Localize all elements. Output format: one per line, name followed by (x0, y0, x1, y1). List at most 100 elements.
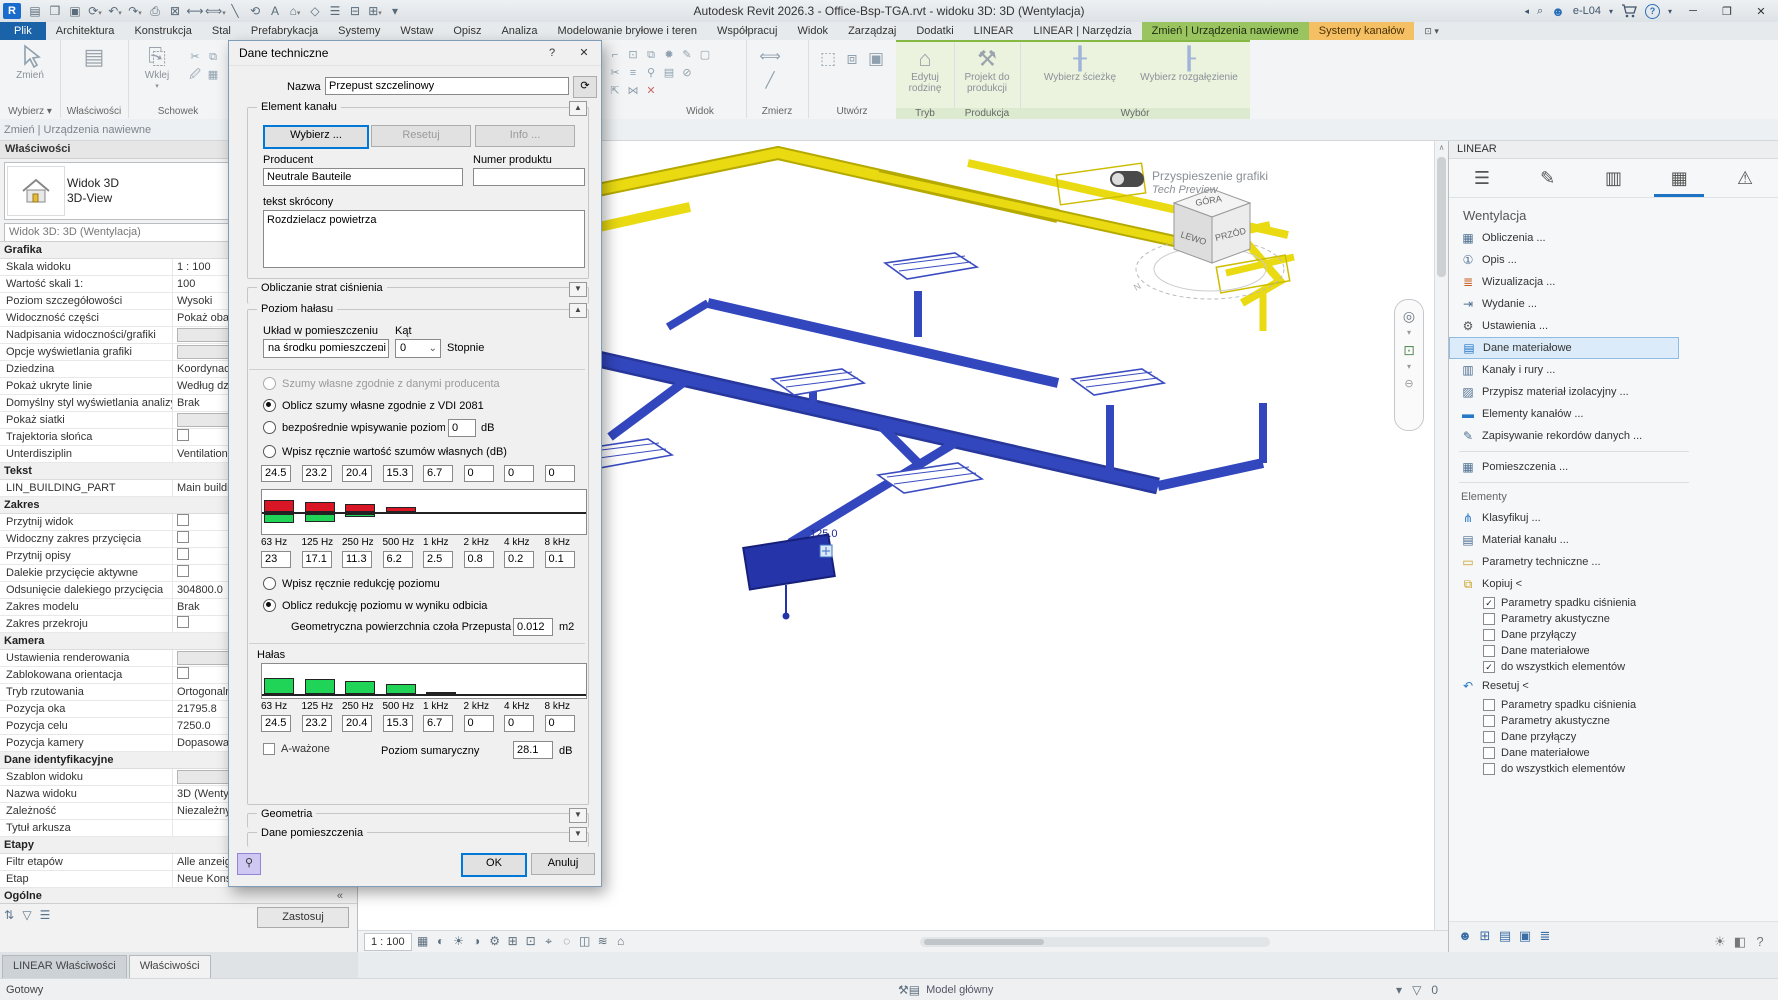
palette-tab-0[interactable]: LINEAR Właściwości (2, 955, 127, 978)
redo-icon[interactable]: ↷▾ (125, 4, 145, 18)
radio-producer-noise[interactable]: Szumy własne zgodnie z danymi producenta (263, 377, 500, 390)
close-button[interactable]: ✕ (1748, 5, 1774, 18)
aligned-dimension-icon[interactable]: ⟷ (185, 4, 205, 18)
search-icon[interactable]: ⌕ (1537, 5, 1543, 18)
property-checkbox[interactable] (177, 429, 189, 441)
show-crop-icon[interactable]: ⊡ (522, 934, 540, 948)
section-og-lne[interactable]: Ogólne« (0, 888, 357, 904)
tab-contextual-orange[interactable]: Systemy kanałów (1309, 22, 1415, 40)
linear-item-kanaly-i-rury[interactable]: ▥Kanały i rury ... (1449, 359, 1691, 381)
sound-power-input[interactable]: 0 (448, 419, 476, 437)
view-scale-button[interactable]: 1 : 100 (364, 933, 412, 951)
viewport-vertical-scrollbar[interactable]: ∧ (1434, 141, 1448, 930)
detail-line-icon[interactable]: ╲ (225, 4, 245, 18)
radio-vdi-2081[interactable]: Oblicz szumy własne zgodnie z VDI 2081 (263, 399, 484, 412)
menu-icon[interactable]: ☰ (1449, 159, 1515, 197)
checkbox-kopiuj-parametry-spadku-cisnienia[interactable]: ✓Parametry spadku ciśnienia (1449, 595, 1778, 611)
assembly-icon[interactable]: ⧈ (840, 50, 864, 80)
package-icon[interactable]: ⊞ (1475, 928, 1495, 944)
tab-zarz-dzaj[interactable]: Zarządzaj (838, 22, 906, 40)
user-menu-chevron-icon[interactable]: ▾ (1609, 7, 1613, 16)
property-checkbox[interactable] (177, 531, 189, 543)
tab-opisz[interactable]: Opisz (443, 22, 491, 40)
select-branch-button[interactable]: ┠ Wybierz rozgałęzienie (1134, 46, 1244, 83)
revit-logo-icon[interactable]: R (3, 3, 21, 19)
product-number-input[interactable] (473, 168, 585, 186)
reduction-input[interactable]: 23 (261, 551, 291, 568)
noise-result-input[interactable]: 23.2 (302, 715, 332, 732)
a-weighted-checkbox[interactable]: A-ważone (263, 743, 330, 755)
parts-icon[interactable]: ⬚ (816, 50, 840, 80)
select-path-button[interactable]: ╂ Wybierz ścieżkę (1030, 46, 1130, 83)
tab-prefabrykacja[interactable]: Prefabrykacja (241, 22, 328, 40)
printer-icon[interactable]: ▣ (1515, 928, 1535, 944)
geometric-area-input[interactable]: 0.012 (513, 618, 553, 636)
pressure-loss-expand-button[interactable]: ▼ (569, 282, 587, 297)
tab-konstrukcja[interactable]: Konstrukcja (124, 22, 201, 40)
linear-item-opis[interactable]: ①Opis ... (1449, 249, 1691, 271)
room-layout-dropdown[interactable]: na środku pomieszczeni (263, 339, 389, 358)
geometry-expand-button[interactable]: ▼ (569, 808, 587, 823)
group-icon[interactable]: ▣ (864, 50, 888, 80)
calculator-icon[interactable]: ▦ (1646, 159, 1712, 197)
linear-item-dane-materialowe[interactable]: ▤Dane materiałowe (1449, 337, 1679, 359)
reduction-input[interactable]: 0.2 (504, 551, 534, 568)
apply-button[interactable]: Zastosuj (257, 907, 349, 928)
linear-item-kopiuj[interactable]: ⧉Kopiuj < (1449, 573, 1691, 595)
edit-family-button[interactable]: ⌂ Edytuj rodzinę (898, 46, 952, 94)
properties-toggle-button[interactable]: ▤ (67, 44, 121, 81)
filter-funnel-icon[interactable]: ▽ (1412, 983, 1421, 997)
paste-special-icon[interactable]: ▦ (204, 66, 222, 84)
name-input[interactable]: Przepust szczelinowy (325, 77, 569, 95)
cut-geometry-icon[interactable]: ⊡ (624, 46, 642, 64)
noise-result-input[interactable]: 15.3 (383, 715, 413, 732)
shadows-icon[interactable]: ◑ (468, 934, 486, 948)
collapse-icon[interactable]: ◂ (1524, 6, 1529, 17)
visual-style-icon[interactable]: ◐ (432, 934, 450, 948)
zoom-chevron-icon[interactable]: ▾ (1407, 362, 1411, 374)
columns-icon[interactable]: ▥ (1581, 159, 1647, 197)
linear-item-material-kanalu[interactable]: ▤Materiał kanału ... (1449, 529, 1691, 551)
tab-contextual-green[interactable]: Zmień | Urządzenia nawiewne (1142, 22, 1309, 40)
tab-modelowanie-bry-owe-i-teren[interactable]: Modelowanie bryłowe i teren (548, 22, 707, 40)
status-filter-area[interactable]: ▾▽0 (1396, 983, 1438, 997)
properties-icon[interactable]: ▤ (25, 4, 45, 18)
help-icon[interactable]: ? (1750, 934, 1770, 949)
tab-linear-narz-dzia[interactable]: LINEAR | Narzędzia (1023, 22, 1141, 40)
signed-in-user[interactable]: e-L04 (1573, 5, 1601, 17)
match-type-icon[interactable]: 🖉 (186, 66, 204, 84)
worksharing-icon[interactable]: ◫ (576, 934, 594, 948)
options-dropdown-icon[interactable]: ▾ (1396, 983, 1402, 997)
own-noise-input[interactable]: 23.2 (302, 465, 332, 482)
close-hidden-windows-icon[interactable]: ⊟ (345, 4, 365, 18)
room-data-expand-button[interactable]: ▼ (569, 827, 587, 842)
isolate-icon[interactable]: ◌ (558, 934, 576, 948)
help-icon[interactable]: ? (1645, 4, 1660, 19)
noise-result-input[interactable]: 0 (545, 715, 575, 732)
own-noise-input[interactable]: 0 (464, 465, 494, 482)
linear-item-wizualizacja[interactable]: ≣Wizualizacja ... (1449, 271, 1691, 293)
remove-hide-icon[interactable]: ⊘ (678, 64, 696, 82)
linear-item-pomieszczenia[interactable]: ▦Pomieszczenia ... (1449, 456, 1691, 478)
select-element-button[interactable]: Wybierz ... (263, 125, 369, 149)
radio-calculated-reduction[interactable]: Oblicz redukcję poziomu w wyniku odbicia (263, 599, 487, 612)
property-checkbox[interactable] (177, 565, 189, 577)
sun-path-icon[interactable]: ☀ (450, 934, 468, 948)
checkbox-kopiuj-do-wszystkich-elementow[interactable]: ✓do wszystkich elementów (1449, 659, 1778, 675)
wheel-chevron-icon[interactable]: ▾ (1407, 328, 1411, 340)
restore-button[interactable]: ❐ (1714, 5, 1740, 18)
own-noise-input[interactable]: 6.7 (423, 465, 453, 482)
linear-item-wydanie[interactable]: ⇥Wydanie ... (1449, 293, 1691, 315)
cart-icon[interactable] (1621, 4, 1637, 18)
measure-line-icon[interactable]: ╱ (758, 72, 782, 96)
property-checkbox[interactable] (177, 548, 189, 560)
brush-icon[interactable]: ✎ (678, 46, 696, 64)
own-noise-input[interactable]: 20.4 (342, 465, 372, 482)
checkbox-resetuj-parametry-akustyczne[interactable]: Parametry akustyczne (1449, 713, 1778, 729)
worksets-icon[interactable]: ⚒ (898, 983, 909, 997)
linear-item-ustawienia[interactable]: ⚙Ustawienia ... (1449, 315, 1691, 337)
selected-duct-element[interactable]: 125.0 (743, 528, 837, 620)
modify-button[interactable]: Zmień (3, 44, 57, 81)
tab-stal[interactable]: Stal (202, 22, 241, 40)
property-checkbox[interactable] (177, 616, 189, 628)
